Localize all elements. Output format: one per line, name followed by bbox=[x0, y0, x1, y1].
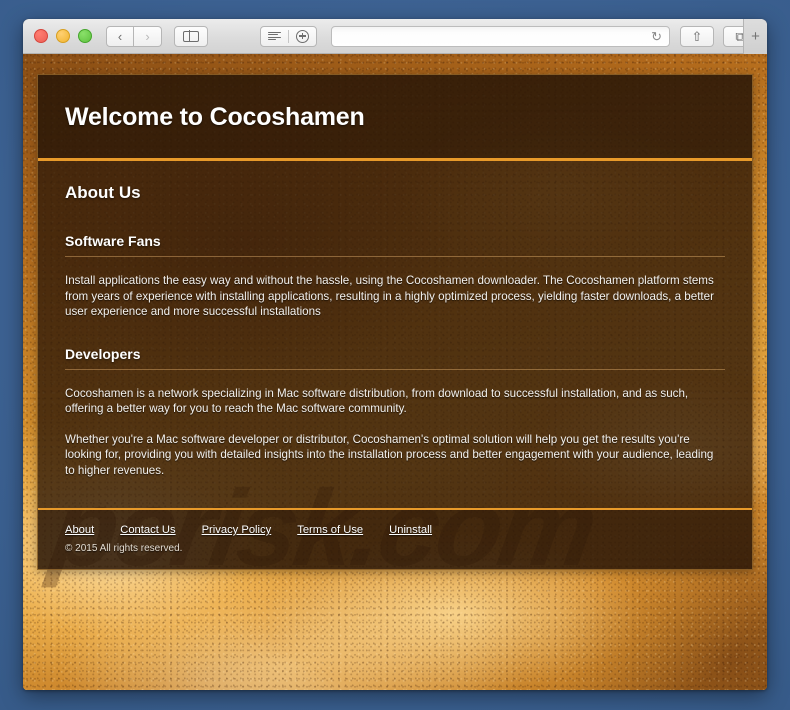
address-bar[interactable]: ↻ bbox=[331, 25, 670, 47]
plus-icon: + bbox=[751, 28, 760, 45]
reading-list-icon[interactable] bbox=[268, 31, 281, 41]
footer-link-contact-us[interactable]: Contact Us bbox=[120, 524, 175, 536]
sidebar-icon bbox=[183, 30, 199, 42]
browser-toolbar: ‹ › ↻ ⇧ ⧉ + bbox=[23, 19, 767, 54]
close-window-button[interactable] bbox=[34, 29, 48, 43]
forward-button[interactable]: › bbox=[134, 25, 162, 47]
web-page: pcrisk.com Welcome to Cocoshamen About U… bbox=[23, 54, 767, 690]
page-title: Welcome to Cocoshamen bbox=[65, 103, 365, 131]
toolbar-divider bbox=[288, 29, 289, 43]
chevron-right-icon: › bbox=[145, 28, 150, 44]
window-controls bbox=[34, 29, 92, 43]
zoom-window-button[interactable] bbox=[78, 29, 92, 43]
back-button[interactable]: ‹ bbox=[106, 25, 134, 47]
footer-link-uninstall[interactable]: Uninstall bbox=[389, 524, 432, 536]
chevron-left-icon: ‹ bbox=[117, 28, 123, 44]
navigation-buttons: ‹ › bbox=[106, 25, 162, 47]
browser-window: ‹ › ↻ ⇧ ⧉ + Welcome to Cocoshamen About … bbox=[23, 19, 767, 690]
minimize-window-button[interactable] bbox=[56, 29, 70, 43]
subsection-title-developers: Developers bbox=[65, 346, 725, 370]
add-bookmark-icon[interactable] bbox=[296, 29, 309, 43]
reading-list-group bbox=[260, 25, 317, 47]
paragraph: Install applications the easy way and wi… bbox=[65, 274, 714, 318]
new-tab-button[interactable]: + bbox=[743, 19, 767, 54]
copyright-text: © 2015 All rights reserved. bbox=[65, 543, 183, 554]
content-card: Welcome to Cocoshamen About Us Software … bbox=[37, 74, 753, 570]
content-block-software-fans: Software Fans Install applications the e… bbox=[65, 233, 725, 320]
share-button[interactable]: ⇧ bbox=[680, 25, 714, 47]
footer-link-privacy-policy[interactable]: Privacy Policy bbox=[202, 524, 272, 536]
toolbar-center-group bbox=[260, 25, 317, 47]
footer-link-about[interactable]: About bbox=[65, 524, 94, 536]
paragraph: Cocoshamen is a network specializing in … bbox=[65, 386, 689, 416]
section-title-about-us: About Us bbox=[65, 183, 141, 202]
footer-links: About Contact Us Privacy Policy Terms of… bbox=[65, 524, 725, 536]
sidebar-toggle-button[interactable] bbox=[174, 25, 208, 47]
site-header: Welcome to Cocoshamen bbox=[38, 75, 752, 161]
main-content: About Us Software Fans Install applicati… bbox=[38, 161, 752, 508]
paragraph: Whether you're a Mac software developer … bbox=[65, 432, 714, 477]
site-footer: About Contact Us Privacy Policy Terms of… bbox=[38, 508, 752, 569]
share-icon: ⇧ bbox=[691, 28, 703, 44]
content-block-developers: Developers Cocoshamen is a network speci… bbox=[65, 346, 725, 479]
footer-link-terms-of-use[interactable]: Terms of Use bbox=[297, 524, 363, 536]
desktop-background: ‹ › ↻ ⇧ ⧉ + Welcome to Cocoshamen About … bbox=[0, 0, 790, 710]
subsection-title-software-fans: Software Fans bbox=[65, 233, 725, 257]
reload-icon[interactable]: ↻ bbox=[651, 30, 662, 43]
